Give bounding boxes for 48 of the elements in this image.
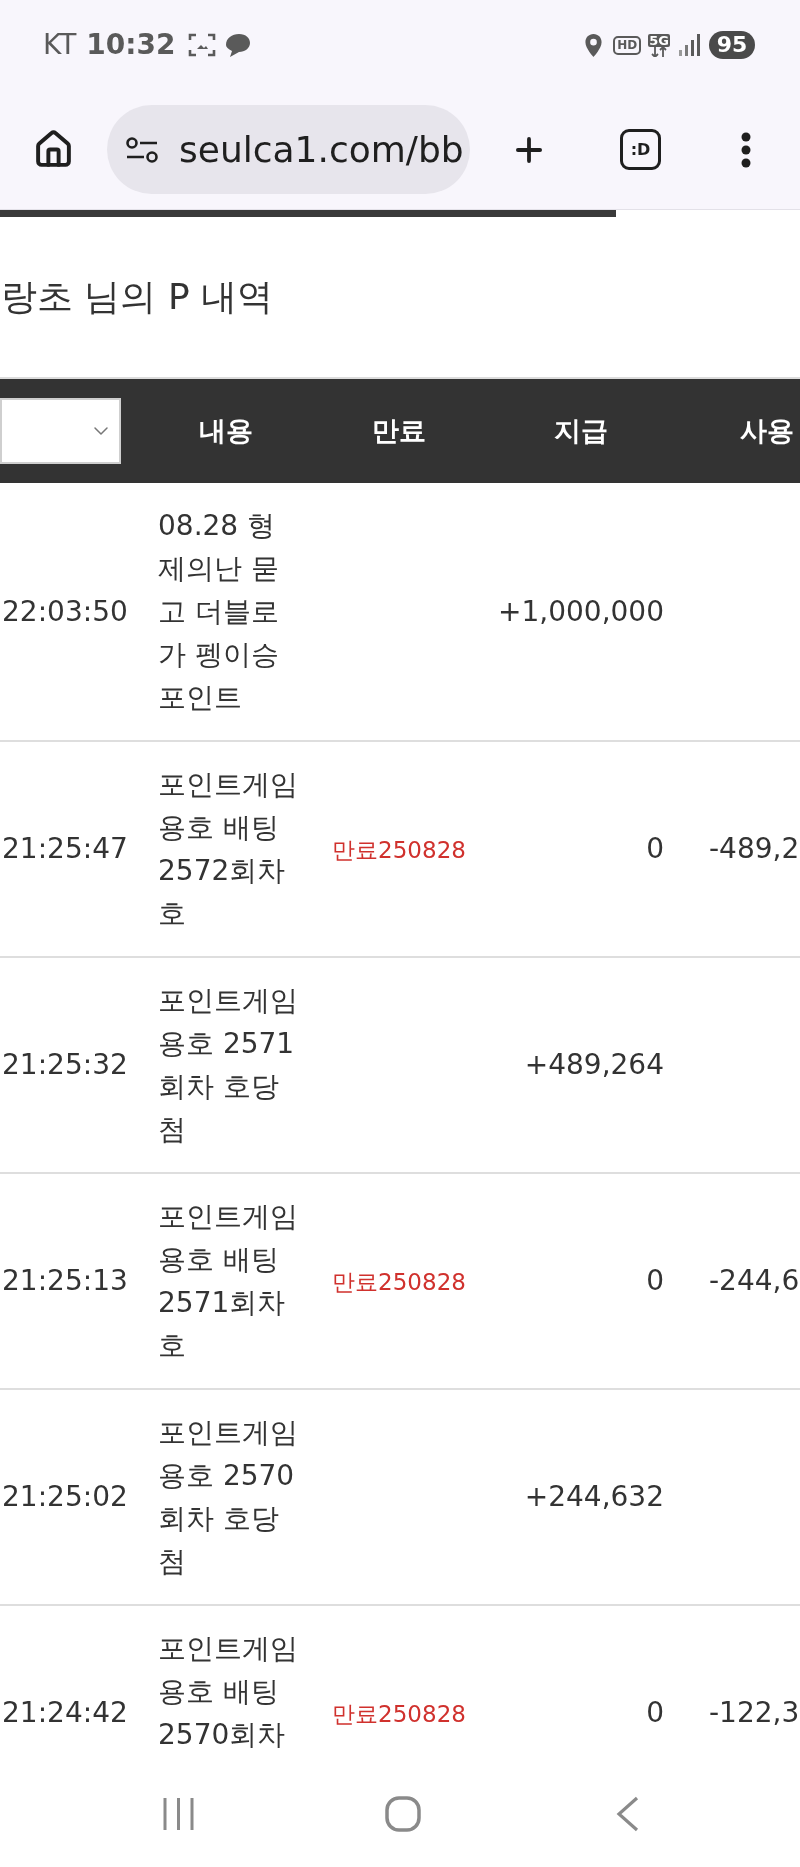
- time-text: 21:25:13: [2, 1264, 128, 1297]
- tab-switcher-button[interactable]: :D: [620, 129, 661, 170]
- more-options-icon: [740, 131, 752, 168]
- paid-amount: +1,000,000: [498, 594, 664, 628]
- description-text: 포인트게임용호 2570회차 호당첨: [158, 1415, 299, 1580]
- hd-voice-badge: HD: [613, 35, 642, 55]
- back-icon[interactable]: [616, 1795, 639, 1832]
- address-bar[interactable]: seulca1.com/bb: [107, 105, 470, 194]
- description-text: 08.28 형제의난 묻고 더블로 가 펭이승 포인트: [158, 508, 280, 716]
- time-text: 21:25:02: [2, 1480, 128, 1513]
- battery-level: 95: [709, 31, 755, 59]
- location-pin-icon: [584, 32, 604, 58]
- description-text: 포인트게임용호 배팅 2570회차: [158, 1631, 299, 1753]
- network-type-badge: 5G: [648, 33, 670, 47]
- paid-amount: 0: [646, 1696, 664, 1729]
- recent-apps-icon[interactable]: [162, 1796, 195, 1831]
- used-amount: -244,6: [709, 1264, 800, 1297]
- home-button[interactable]: [33, 129, 74, 170]
- column-header: 만료: [372, 414, 426, 446]
- expiry-label: 만료250828: [332, 1701, 466, 1727]
- time-text: 21:25:47: [2, 832, 128, 865]
- paid-amount: 0: [646, 1264, 664, 1297]
- signal-strength-icon: [679, 34, 701, 56]
- paid-amount: 0: [646, 832, 664, 865]
- site-settings-icon[interactable]: [125, 136, 159, 163]
- data-arrows-icon: [651, 46, 668, 57]
- description-text: 포인트게임용호 배팅 2571회차 호: [158, 1199, 299, 1364]
- menu-button[interactable]: [739, 130, 753, 169]
- page-title: 랑초 님의 P 내역: [1, 279, 274, 315]
- description-text: 포인트게임용호 2571회차 호당첨: [158, 983, 299, 1148]
- column-header: 사용: [740, 414, 794, 446]
- home-icon: [33, 129, 74, 170]
- time-text: 21:25:32: [2, 1048, 128, 1081]
- expiry-label: 만료250828: [332, 837, 466, 863]
- column-header: 내용: [199, 414, 253, 446]
- description-text: 포인트게임용호 배팅 2572회차 호: [158, 767, 299, 932]
- expiry-label: 만료250828: [332, 1269, 466, 1295]
- home-icon[interactable]: [385, 1795, 421, 1832]
- used-amount: -122,3: [709, 1696, 800, 1729]
- carrier-label: KT: [43, 31, 77, 59]
- time-text: 22:03:50: [2, 594, 128, 628]
- time-text: 21:24:42: [2, 1696, 128, 1729]
- paid-amount: +489,264: [524, 1048, 664, 1081]
- column-header: 지급: [554, 414, 608, 446]
- used-amount: -489,2: [709, 832, 800, 865]
- screenshot-icon: [188, 32, 217, 58]
- clock-time: 10:32: [86, 31, 176, 59]
- paid-amount: +244,632: [524, 1480, 664, 1513]
